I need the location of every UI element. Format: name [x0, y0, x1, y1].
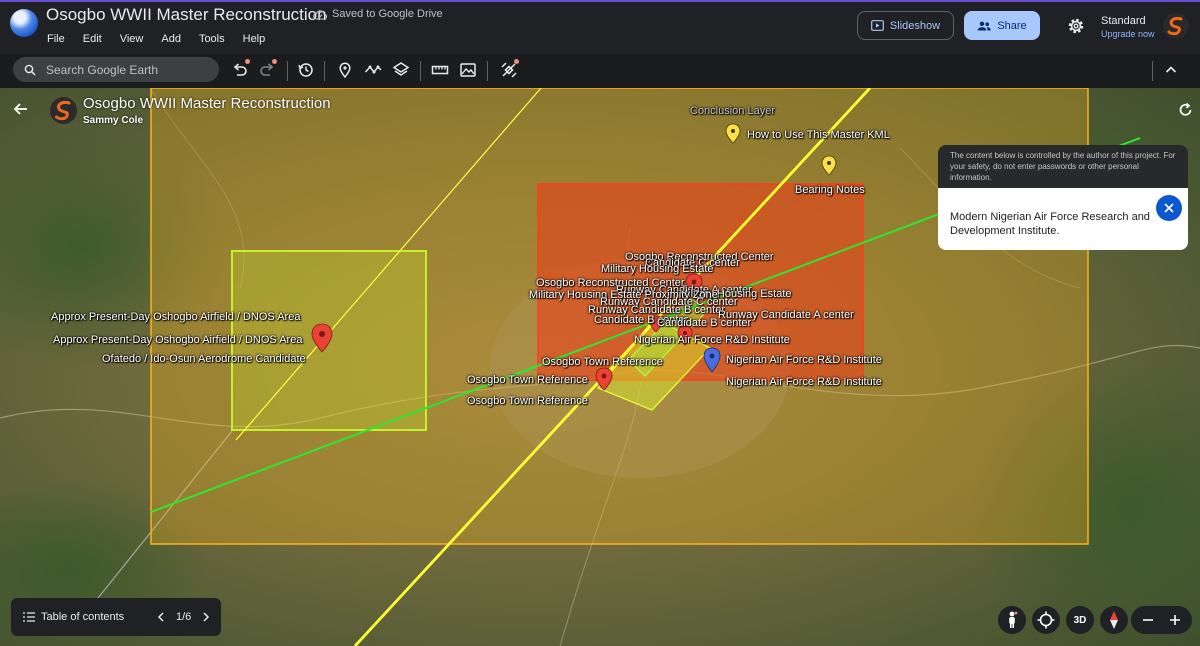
zoom-in-button[interactable] [1164, 609, 1186, 631]
tool-bar [0, 54, 1200, 88]
plan-status: Standard Upgrade now [1101, 15, 1155, 39]
save-status-text: Saved to Google Drive [332, 8, 443, 20]
share-button[interactable]: Share [964, 11, 1040, 40]
toggle-3d-label: 3D [1073, 614, 1087, 626]
back-arrow-icon[interactable] [12, 100, 30, 118]
upgrade-link[interactable]: Upgrade now [1101, 29, 1155, 39]
plus-icon [1170, 615, 1180, 625]
accent-strip [0, 0, 1200, 2]
document-title[interactable]: Osogbo WWII Master Reconstruction [46, 5, 327, 25]
people-icon [977, 21, 991, 30]
refresh-icon[interactable] [1177, 101, 1194, 118]
slideshow-button[interactable]: Slideshow [857, 11, 954, 40]
search-icon [24, 64, 36, 76]
undo-badge-dot [245, 59, 250, 64]
toggle-3d-button[interactable]: 3D [1066, 606, 1094, 634]
tools-badge-dot [514, 59, 519, 64]
chevron-right-icon[interactable] [202, 612, 210, 622]
label-ofatedo-candidate[interactable]: Ofatedo / Ido-Osun Aerodrome Candidate [102, 353, 306, 365]
crosshair-icon [1037, 611, 1055, 629]
label-airfield-area[interactable]: Approx Present-Day Oshogbo Airfield / DN… [51, 311, 300, 323]
compass-button[interactable] [1100, 606, 1128, 634]
label-how-to-use[interactable]: How to Use This Master KML [747, 129, 890, 141]
path-icon[interactable] [364, 61, 382, 79]
slideshow-icon [871, 20, 884, 31]
menu-file[interactable]: File [47, 33, 71, 45]
avatar-logo-icon [1167, 17, 1183, 36]
menu-view[interactable]: View [120, 33, 150, 45]
toolbar-divider [324, 61, 325, 81]
menu-edit[interactable]: Edit [83, 33, 108, 45]
chevron-up-icon[interactable] [1163, 62, 1179, 78]
compass-icon [1110, 611, 1118, 629]
label-airfield-area[interactable]: Approx Present-Day Oshogbo Airfield / DN… [53, 334, 302, 346]
menu-tools[interactable]: Tools [199, 33, 231, 45]
menu-help[interactable]: Help [243, 33, 272, 45]
project-author-avatar [50, 97, 77, 124]
menu-add[interactable]: Add [161, 33, 187, 45]
toolbar-divider [287, 61, 288, 81]
redo-badge-dot [272, 59, 277, 64]
label-conclusion-layer: Conclusion Layer [690, 105, 775, 117]
project-title: Osogbo WWII Master Reconstruction [83, 95, 331, 112]
label-bearing-notes[interactable]: Bearing Notes [795, 184, 865, 196]
placemark-info-card: The content below is controlled by the a… [938, 145, 1188, 250]
cloud-check-icon [313, 9, 327, 20]
placemark-icon[interactable] [336, 61, 354, 79]
info-card-close-button[interactable] [1156, 195, 1182, 221]
label-osogbo-town-reference[interactable]: Osogbo Town Reference [467, 395, 588, 407]
table-of-contents-bar[interactable]: Table of contents 1/6 [11, 598, 221, 636]
user-avatar[interactable] [1163, 13, 1189, 39]
layers-icon[interactable] [392, 61, 410, 79]
label-candidate-b-center[interactable]: Candidate B center [657, 317, 751, 329]
search-input[interactable] [46, 62, 206, 77]
image-overlay-icon[interactable] [459, 61, 477, 79]
slideshow-label: Slideshow [889, 19, 941, 32]
toolbar-divider [1152, 61, 1153, 81]
info-card-body: Modern Nigerian Air Force Research and D… [938, 188, 1188, 250]
app-top-bar: Osogbo WWII Master Reconstruction Saved … [0, 0, 1200, 54]
toolbar-divider [420, 61, 421, 81]
pegman-icon [1009, 611, 1018, 628]
list-icon [23, 612, 35, 622]
label-nigerian-af-rd[interactable]: Nigerian Air Force R&D Institute [726, 376, 882, 388]
zoom-controls [1131, 606, 1192, 634]
zoom-out-button[interactable] [1137, 609, 1159, 631]
menu-bar: File Edit View Add Tools Help [47, 33, 283, 45]
google-earth-logo[interactable] [10, 9, 38, 37]
label-osogbo-town-reference[interactable]: Osogbo Town Reference [542, 356, 663, 368]
page-indicator: 1/6 [176, 611, 192, 623]
save-status: Saved to Google Drive [313, 8, 443, 20]
share-label: Share [997, 19, 1027, 32]
street-view-pegman-button[interactable] [998, 606, 1026, 634]
label-military-housing-estate[interactable]: Military Housing Estate [601, 263, 714, 275]
search-box[interactable] [13, 57, 219, 82]
info-card-warning: The content below is controlled by the a… [938, 145, 1188, 188]
settings-gear-icon[interactable] [1066, 16, 1086, 36]
toc-label[interactable]: Table of contents [41, 611, 124, 623]
label-nigerian-af-rd[interactable]: Nigerian Air Force R&D Institute [726, 354, 882, 366]
author-logo-icon [55, 101, 71, 121]
toolbar-divider [487, 61, 488, 81]
my-location-button[interactable] [1032, 606, 1060, 634]
slide-pager: 1/6 [157, 598, 210, 636]
measure-ruler-icon[interactable] [431, 61, 449, 79]
project-author: Sammy Cole [83, 115, 144, 126]
close-icon [1164, 203, 1174, 213]
map-viewport[interactable]: Osogbo WWII Master Reconstruction Sammy … [0, 88, 1200, 646]
minus-icon [1143, 619, 1153, 621]
chevron-left-icon[interactable] [157, 612, 165, 622]
project-header: Osogbo WWII Master Reconstruction Sammy … [0, 88, 1200, 132]
label-osogbo-town-reference[interactable]: Osogbo Town Reference [467, 374, 588, 386]
plan-label: Standard [1101, 15, 1146, 27]
history-icon[interactable] [297, 61, 315, 79]
label-nigerian-af-rd[interactable]: Nigerian Air Force R&D Institute [634, 334, 790, 346]
